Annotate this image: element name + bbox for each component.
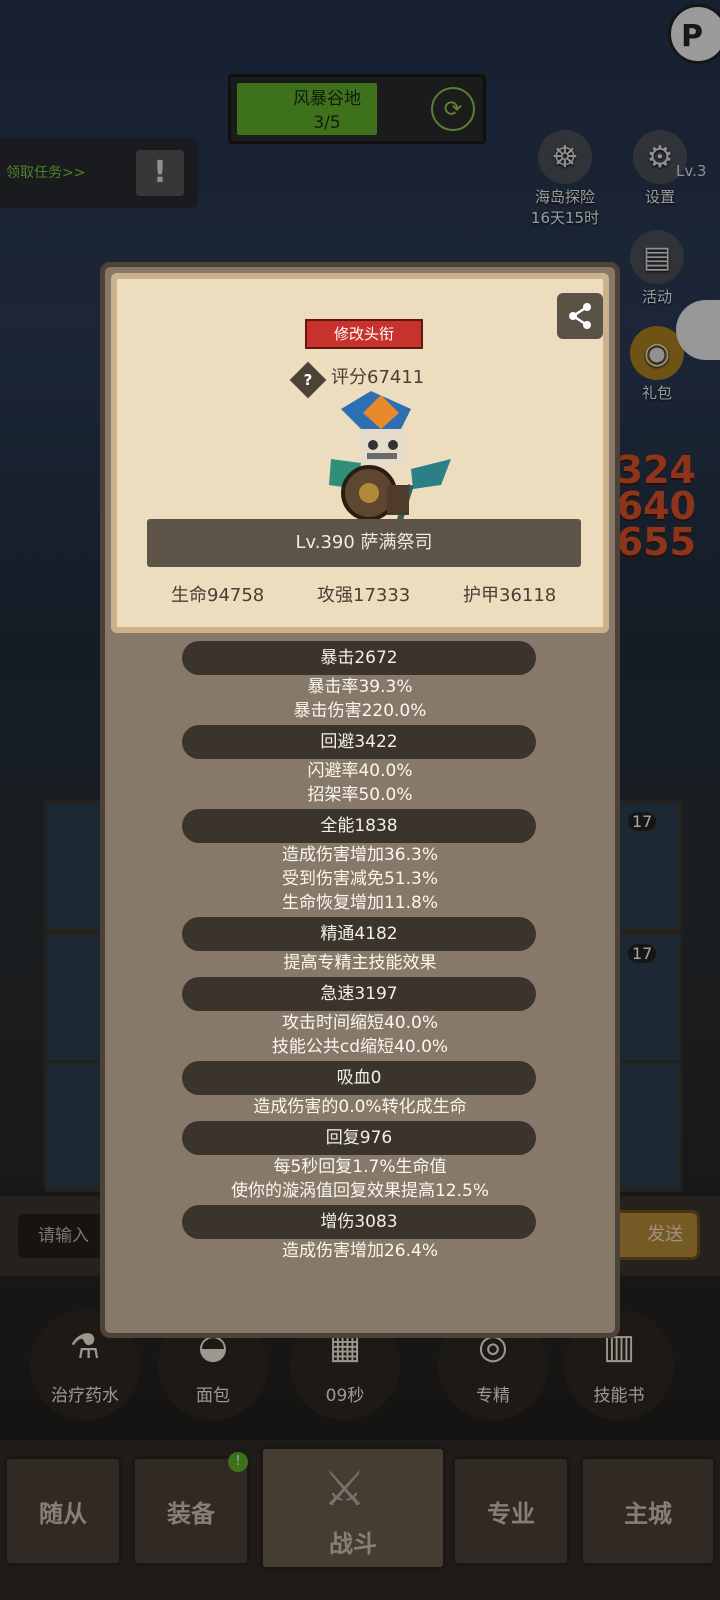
stat-group-header: 全能1838 [182, 809, 536, 843]
stat-line: 造成伤害增加26.4% [281, 1241, 438, 1261]
share-icon [569, 303, 591, 329]
stat-line: 招架率50.0% [307, 785, 413, 805]
stat-line: 提高专精主技能效果 [283, 953, 437, 973]
stat-line: 使你的漩涡值回复效果提高12.5% [230, 1181, 489, 1201]
attack-stat: 攻强17333 [317, 585, 411, 606]
stat-line: 受到伤害减免51.3% [281, 869, 438, 889]
score-label: 评分67411 [331, 367, 425, 388]
stat-line: 攻击时间缩短40.0% [281, 1013, 438, 1033]
character-avatar [329, 391, 451, 529]
stat-group-header: 回避3422 [182, 725, 536, 759]
stat-line: 暴击伤害220.0% [293, 701, 427, 721]
life-stat: 生命94758 [171, 585, 265, 606]
character-name-bar: Lv.390 萨满祭司 [147, 519, 581, 567]
stat-line: 造成伤害的0.0%转化成生命 [253, 1097, 467, 1117]
armor-stat: 护甲36118 [463, 585, 557, 606]
stat-line: 造成伤害增加36.3% [281, 845, 438, 865]
character-card: 修改头衔 ? 评分67411 Lv.390 萨满祭司 生命94758 攻强173… [111, 273, 609, 633]
stat-group-header: 暴击2672 [182, 641, 536, 675]
stat-group-header: 增伤3083 [182, 1205, 536, 1239]
share-button[interactable] [557, 293, 603, 339]
stat-line: 技能公共cd缩短40.0% [271, 1037, 449, 1057]
edit-title-button[interactable]: 修改头衔 [305, 319, 423, 349]
stat-line: 闪避率40.0% [307, 761, 413, 781]
stat-line: 每5秒回复1.7%生命值 [273, 1157, 447, 1177]
stat-line: 暴击率39.3% [307, 677, 413, 697]
stat-group-header: 精通4182 [182, 917, 536, 951]
stat-line: 生命恢复增加11.8% [281, 893, 438, 913]
stat-group-header: 急速3197 [182, 977, 536, 1011]
stat-group-header: 吸血0 [182, 1061, 536, 1095]
character-stats-popup: 修改头衔 ? 评分67411 Lv.390 萨满祭司 生命94758 攻强173… [100, 262, 620, 1338]
stat-group-header: 回复976 [182, 1121, 536, 1155]
